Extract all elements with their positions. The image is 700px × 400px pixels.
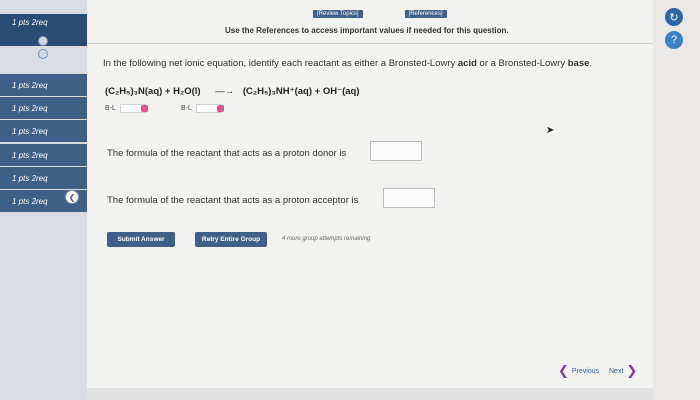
references-link[interactable]: [References] [404,10,447,18]
sidebar-item-5[interactable]: 1 pts 2req [0,144,87,166]
next-button[interactable]: Next ❯ [609,363,637,379]
mouse-cursor-icon: ➤ [546,125,555,136]
acceptor-prompt: The formula of the reactant that acts as… [107,195,359,206]
sidebar-item-4[interactable]: 1 pts 2req [0,120,87,142]
bl-select-1[interactable]: B-L [105,104,148,113]
badge-icon [216,105,224,112]
bl-dropdown[interactable] [119,104,148,113]
sidebar-item-label: 1 pts 2req [12,150,48,160]
header-links: [Review Topics] [References] [313,10,487,18]
equation-reactants: (C₂H₅)₃N(aq) + H₂O(l) [105,86,201,97]
previous-label: Previous [571,367,600,375]
question-text-part: . [589,58,593,69]
settings-icon[interactable]: ↻ [665,8,683,26]
sidebar-item-3[interactable]: 1 pts 2req [0,97,87,119]
base-term: base [567,58,590,69]
bl-dropdown[interactable] [195,104,224,113]
previous-button[interactable]: ❮ Previous [558,363,599,379]
donor-prompt: The formula of the reactant that acts as… [107,148,347,159]
bl-label: B-L [105,105,116,112]
net-ionic-equation: (C₂H₅)₃N(aq) + H₂O(l) —→ (C₂H₅)₃NH⁺(aq) … [105,86,360,97]
chevron-left-icon[interactable]: ❮ [65,190,79,204]
question-panel: [Review Topics] [References] Use the Ref… [87,0,653,400]
sidebar-item-label: 1 pts 2req [12,126,48,136]
bl-select-2[interactable]: B-L [181,104,224,113]
help-icon[interactable]: ? [665,31,683,49]
question-text-part: In the following net ionic equation, ide… [103,58,458,69]
question-text: In the following net ionic equation, ide… [103,58,592,69]
submit-answer-button[interactable]: Submit Answer [107,232,175,247]
retry-group-button[interactable]: Retry Entire Group [195,232,267,247]
chevron-left-icon: ❮ [558,363,569,378]
acid-term: acid [457,58,477,69]
equation-products: (C₂H₅)₃NH⁺(aq) + OH⁻(aq) [242,86,360,97]
progress-dot-icon [38,36,48,46]
chevron-right-icon: ❯ [626,363,638,378]
next-label: Next [609,367,624,375]
attempts-remaining: 4 more group attempts remaining [282,236,371,242]
sidebar-item-6[interactable]: 1 pts 2req [0,167,87,189]
review-topics-link[interactable]: [Review Topics] [313,10,363,18]
bl-label: B-L [181,105,192,112]
bottom-bar [87,388,653,400]
sidebar-item-label: 1 pts 2req [12,103,48,113]
acceptor-answer-input[interactable] [383,188,435,208]
progress-dot-icon [38,49,48,59]
question-text-part: or a Bronsted-Lowry [476,58,568,69]
sidebar-item-label: 1 pts 2req [12,80,48,90]
donor-answer-input[interactable] [370,141,422,161]
divider [87,43,653,44]
sidebar-item-label: 1 pts 2req [12,196,48,206]
right-toolbar [653,0,700,400]
sidebar-item-label: 1 pts 2req [12,173,48,183]
sidebar-item-2[interactable]: 1 pts 2req [0,74,87,96]
sidebar-item-label: 1 pts 2req [12,18,48,27]
references-note: Use the References to access important v… [225,26,509,35]
reaction-arrow: —→ [215,86,235,97]
badge-icon [140,105,148,112]
